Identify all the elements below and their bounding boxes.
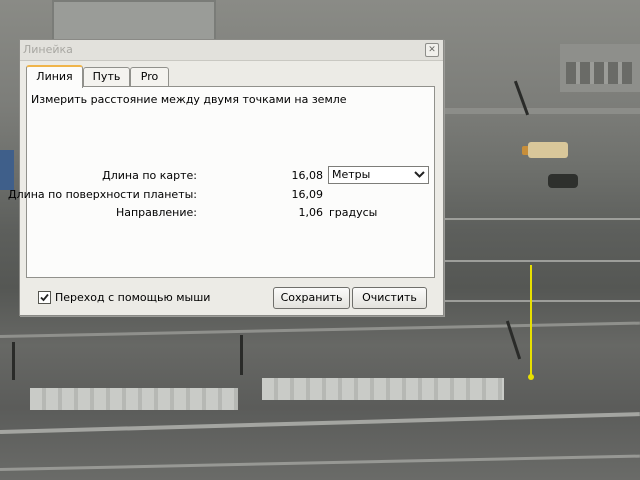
road-curb <box>445 108 640 114</box>
car <box>528 142 568 158</box>
mouse-navigation-checkbox[interactable] <box>38 291 51 304</box>
building-roof <box>52 0 216 42</box>
lane-marking <box>445 300 640 302</box>
tab-path-label: Путь <box>92 70 121 83</box>
measurement-endpoint[interactable] <box>528 374 534 380</box>
close-icon[interactable]: ✕ <box>425 43 439 57</box>
description-text: Измерить расстояние между двумя точками … <box>31 93 347 106</box>
road-edge <box>0 454 640 471</box>
tab-path[interactable]: Путь <box>83 67 130 86</box>
pedestrian-crossing <box>30 388 238 410</box>
save-button[interactable]: Сохранить <box>273 287 350 309</box>
surface-length-value: 16,09 <box>291 188 324 201</box>
ruler-dialog: Линейка ✕ Линия Путь Pro Измерить рассто… <box>8 39 444 316</box>
chevron-down-icon[interactable] <box>413 168 426 181</box>
clear-button[interactable]: Очистить <box>352 287 427 309</box>
unit-select[interactable]: Метры <box>328 166 429 184</box>
tab-pro[interactable]: Pro <box>130 67 169 86</box>
road-edge <box>0 321 640 338</box>
lamp-post <box>12 342 15 380</box>
map-length-value: 16,08 <box>291 169 324 182</box>
heading-label: Направление: <box>115 206 197 219</box>
mouse-navigation-label[interactable]: Переход с помощью мыши <box>55 291 210 304</box>
dialog-titlebar[interactable]: Линейка ✕ <box>20 40 443 61</box>
dialog-title: Линейка <box>23 43 73 56</box>
heading-unit: градусы <box>329 206 378 219</box>
car <box>548 174 578 188</box>
road-edge <box>0 412 640 434</box>
tab-line[interactable]: Линия <box>26 65 83 88</box>
lane-marking <box>445 260 640 262</box>
lane-marking <box>445 218 640 220</box>
checkmark-icon <box>40 293 49 302</box>
pedestrian-crossing <box>262 378 504 400</box>
tab-panel-line: Измерить расстояние между двумя точками … <box>8 86 435 278</box>
surface-length-label: Длина по поверхности планеты: <box>7 188 197 201</box>
map-length-label: Длина по карте: <box>102 169 197 182</box>
unit-select-value: Метры <box>332 168 371 181</box>
lamp-post <box>240 335 243 375</box>
measurement-line[interactable] <box>530 265 532 377</box>
tab-line-label: Линия <box>36 70 73 83</box>
heading-value: 1,06 <box>298 206 324 219</box>
building-roof-detail <box>566 62 632 84</box>
tab-pro-label: Pro <box>140 70 159 83</box>
